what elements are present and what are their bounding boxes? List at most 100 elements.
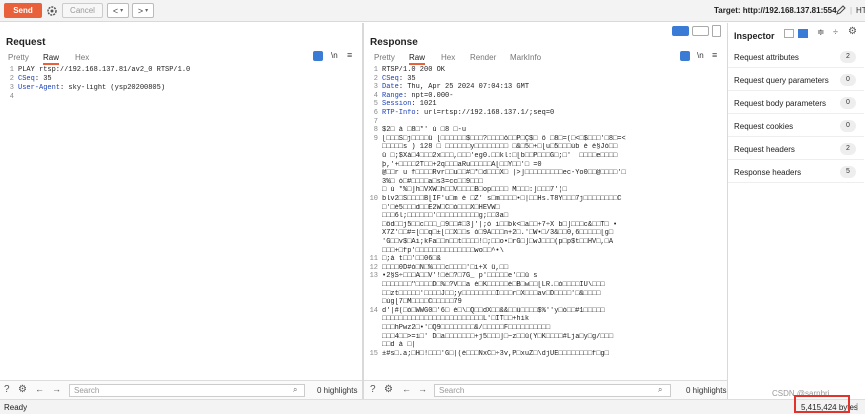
inspector-row-count-badge: 2 bbox=[840, 143, 856, 155]
response-search-bar: ? ⚙ ← → Search ⌕ 0 highlights bbox=[364, 380, 727, 399]
inspector-layout-active-icon[interactable] bbox=[798, 29, 808, 38]
response-line: □□□□0D#ó□N□%□□□c□□□□'□i+X ü,□□ bbox=[382, 263, 509, 272]
header-value: : 35 bbox=[398, 74, 416, 83]
pretty-print-toggle-icon[interactable] bbox=[313, 51, 323, 61]
inspector-row[interactable]: Request cookies 0 bbox=[728, 115, 864, 137]
inspector-row[interactable]: Response headers 5 bbox=[728, 161, 864, 183]
inspector-settings-icon[interactable]: ⚙ bbox=[848, 26, 857, 37]
tab-raw[interactable]: Raw bbox=[43, 53, 60, 65]
next-match-icon[interactable]: → bbox=[418, 384, 427, 394]
line-number: 11 bbox=[369, 255, 378, 264]
tab-hex[interactable]: Hex bbox=[441, 53, 455, 62]
help-icon[interactable]: ? bbox=[370, 384, 376, 395]
header-value: : Thu, Apr 25 2024 07:04:13 GMT bbox=[398, 83, 530, 92]
back-dropdown-icon: ▾ bbox=[120, 8, 124, 14]
request-editor[interactable]: 1 PLAY rtsp://192.168.137.81/av2_0 RTSP/… bbox=[0, 66, 360, 366]
search-icon[interactable]: ⌕ bbox=[658, 385, 662, 395]
tab-render[interactable]: Render bbox=[470, 53, 496, 62]
line-number: 2 bbox=[9, 75, 14, 83]
search-icon[interactable]: ⌕ bbox=[293, 385, 297, 395]
header-value: : url=rtsp://192.168.137.1/;seq=0 bbox=[415, 109, 555, 117]
response-line: □□□□□s ) 128 □ □□□□□□y□□□□□□□□ □&□5□+□[u… bbox=[382, 143, 618, 152]
line-number: 4 bbox=[9, 93, 14, 101]
tab-markinfo[interactable]: MarkInfo bbox=[510, 53, 541, 62]
filter-icon[interactable]: ÷ bbox=[833, 27, 838, 37]
tab-hex[interactable]: Hex bbox=[75, 53, 89, 62]
menu-icon[interactable]: ≡ bbox=[712, 50, 717, 60]
response-line: □□□+□fp'□□□□□□□□□□□□□□wo□□^•\ bbox=[382, 246, 504, 255]
settings-gear-icon[interactable] bbox=[45, 3, 59, 18]
line-number: 1 bbox=[9, 66, 14, 74]
line-number: 3 bbox=[9, 84, 14, 92]
request-line: PLAY rtsp://192.168.137.81/av2_0 RTSP/1.… bbox=[18, 66, 191, 74]
line-number: 14 bbox=[369, 306, 378, 315]
inspector-row-label: Request body parameters bbox=[734, 99, 827, 108]
toolbar-separator: | bbox=[850, 6, 853, 15]
help-icon[interactable]: ? bbox=[4, 384, 10, 395]
forward-button[interactable]: > ▾ bbox=[132, 3, 154, 18]
line-number: 15 bbox=[369, 349, 378, 358]
header-key: RTP-Info bbox=[382, 109, 416, 117]
response-editor[interactable]: 1 RTSP/1.0 200 OK 2 CSeq: 35 3 Date: Thu, Apr… bbox=[364, 66, 724, 378]
response-highlights-count: 0 highlights bbox=[686, 386, 727, 395]
inspector-row-count-badge: 0 bbox=[840, 97, 856, 109]
newline-toggle[interactable]: \n bbox=[697, 51, 704, 60]
status-separator: | bbox=[856, 402, 859, 411]
back-button[interactable]: < ▾ bbox=[107, 3, 129, 18]
response-line: d'|#(□ò□WWG0□'6□ é□\□Q□□dX□□&&□□ü□□□□$%'… bbox=[382, 306, 605, 315]
response-line: Date: Thu, Apr 25 2024 07:04:13 GMT bbox=[382, 83, 722, 92]
header-value: : npt=0.000- bbox=[403, 91, 454, 100]
status-text: Ready bbox=[4, 403, 28, 412]
header-value: : 35 bbox=[34, 75, 52, 83]
settings-icon[interactable]: ⚙ bbox=[384, 384, 393, 395]
inspector-row[interactable]: Request headers 2 bbox=[728, 138, 864, 160]
pretty-print-toggle-icon[interactable] bbox=[680, 51, 690, 61]
header-value: : 1021 bbox=[411, 100, 437, 109]
response-line: CSeq: 35 bbox=[382, 75, 722, 84]
request-search-input[interactable]: Search bbox=[69, 384, 305, 397]
tab-raw[interactable]: Raw bbox=[409, 53, 426, 65]
inspector-row[interactable]: Request body parameters 0 bbox=[728, 92, 864, 114]
newline-toggle[interactable]: \n bbox=[331, 51, 338, 60]
header-key: Date bbox=[382, 83, 399, 92]
layout-split-icon[interactable] bbox=[672, 26, 689, 36]
line-number: 3 bbox=[373, 83, 378, 92]
response-line: Range: npt=0.000- bbox=[382, 92, 722, 101]
line-number: 5 bbox=[373, 100, 378, 109]
response-line: □□□6l;□□□□□□'□□□□□□□□□□g;□□3a□ bbox=[382, 212, 509, 221]
response-line: □□d à □| bbox=[382, 341, 416, 350]
inspector-panel: Inspector ≑ ÷ ⚙ Request attributes 2 Reque… bbox=[728, 23, 865, 378]
inspector-layout-icon[interactable] bbox=[784, 29, 794, 38]
tab-pretty[interactable]: Pretty bbox=[8, 53, 29, 62]
response-line: ±#s□.a;□H□!□□□'G□|(è□□□NxC□÷3v,P□xuZ□\dj… bbox=[382, 349, 609, 358]
edit-target-pencil-icon[interactable] bbox=[836, 5, 846, 17]
cancel-button[interactable]: Cancel bbox=[62, 3, 103, 18]
line-number: 6 bbox=[373, 109, 378, 117]
inspector-row[interactable]: Request query parameters 0 bbox=[728, 69, 864, 91]
response-line: þ,'+□□□□2T□□+2q□□□aRu□□□□□A[□□Y□□'□ =0 bbox=[382, 160, 542, 169]
layout-single-icon[interactable] bbox=[712, 25, 721, 37]
send-button[interactable]: Send bbox=[4, 3, 42, 18]
header-key: CSeq bbox=[382, 74, 399, 83]
inspector-row[interactable]: Request attributes 2 bbox=[728, 46, 864, 68]
response-line: 3%□ ó□#□□□□a□s3=cc□□9□□□ bbox=[382, 177, 483, 186]
line-number: 1 bbox=[373, 66, 378, 74]
request-title: Request bbox=[6, 37, 46, 48]
response-line: □;à t□□'□□06□& bbox=[382, 255, 441, 264]
request-highlights-count: 0 highlights bbox=[317, 386, 358, 395]
tab-pretty[interactable]: Pretty bbox=[374, 53, 395, 62]
inspector-row-count-badge: 0 bbox=[840, 74, 856, 86]
settings-icon[interactable]: ⚙ bbox=[18, 384, 27, 395]
response-line: @□□r u f□□□□Rvr□□u□□#□*□d□□□X□ |>]□□□□□□… bbox=[382, 169, 626, 178]
inspector-row-label: Response headers bbox=[734, 168, 802, 177]
prev-match-icon[interactable]: ← bbox=[402, 384, 411, 394]
response-search-input[interactable]: Search bbox=[434, 384, 671, 397]
response-line: •2§S÷□□□A□□V'!□è□?□7G_ p'□□□□□e'□□ü s bbox=[382, 272, 538, 281]
menu-icon[interactable]: ≡ bbox=[347, 50, 352, 60]
next-match-icon[interactable]: → bbox=[52, 384, 61, 394]
sort-icon[interactable]: ≑ bbox=[817, 27, 825, 38]
response-tabs: Pretty Raw Hex Render MarkInfo \n ≡ bbox=[364, 50, 727, 65]
layout-stack-icon[interactable] bbox=[692, 26, 709, 36]
prev-match-icon[interactable]: ← bbox=[35, 384, 44, 394]
response-line: □□□□□□□"□□□□D□%□?V□□a è□K□□□□□è□B□w□□[LR… bbox=[382, 281, 605, 289]
